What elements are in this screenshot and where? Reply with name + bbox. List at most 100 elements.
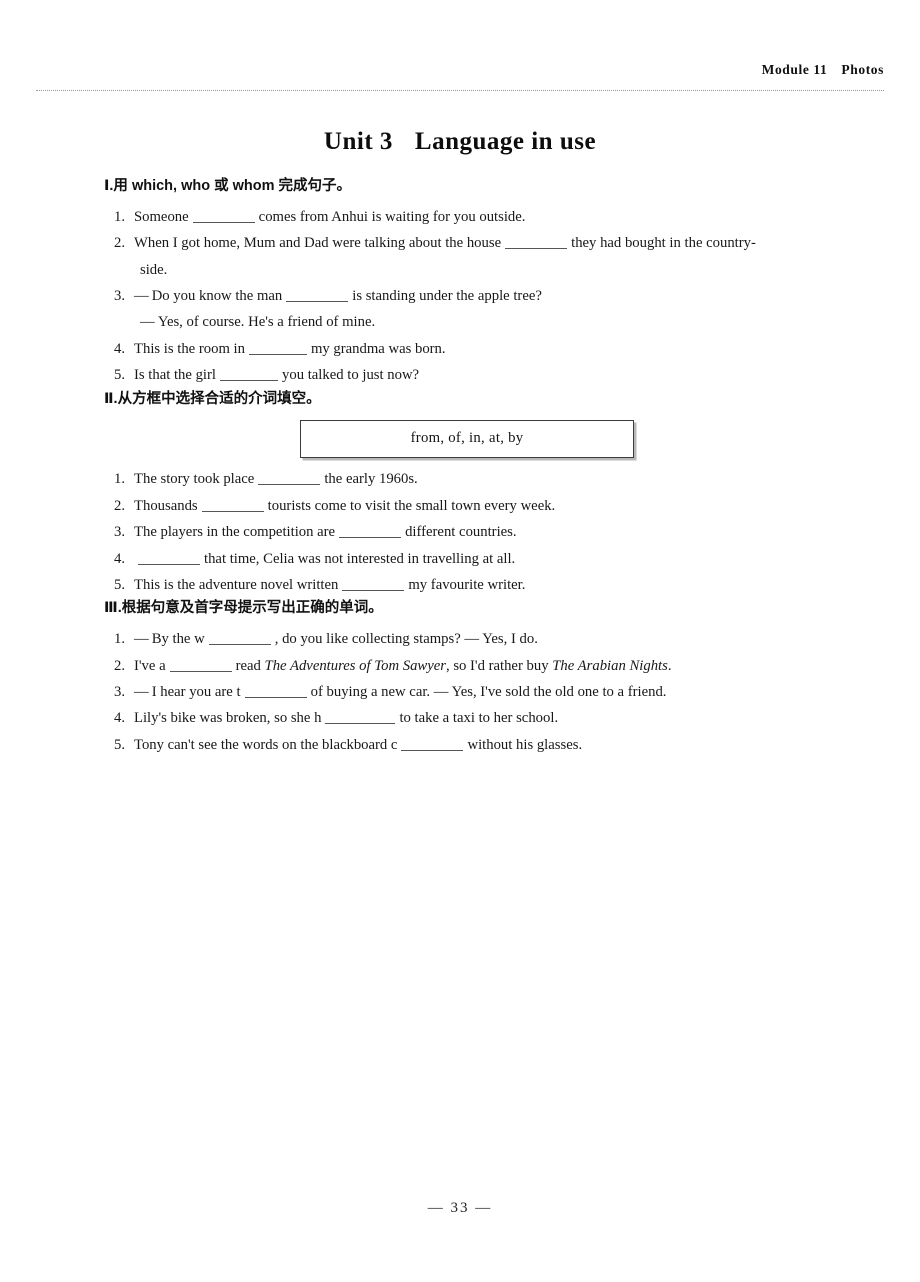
answer-blank[interactable] <box>342 577 405 591</box>
section-heading-3: Ⅲ.根据句意及首字母提示写出正确的单词。 <box>104 600 383 617</box>
dialogue-dash: — <box>134 631 149 648</box>
item-number: 5. <box>114 736 126 753</box>
item-text-after: comes from Anhui is waiting for you outs… <box>258 208 526 225</box>
word-bank-wrapper: from, of, in, at, by <box>104 420 830 459</box>
exercise-item: 4. Lily's bike was broken, so she h to tak… <box>104 705 830 731</box>
answer-blank[interactable] <box>248 341 307 355</box>
item-number: 1. <box>114 471 126 488</box>
exercise-item: 4. This is the room in my grandma was born… <box>104 336 830 362</box>
item-number: 4. <box>114 550 126 567</box>
item-text-after: without his glasses. <box>467 736 583 753</box>
item-text-before: Tony can't see the words on the blackboa… <box>134 736 398 753</box>
item-text-after: different countries. <box>405 524 517 541</box>
answer-blank[interactable] <box>208 631 271 646</box>
item-number: 1. <box>114 208 126 225</box>
item-text-after: that time, Celia was not interested in t… <box>204 550 516 567</box>
item-number: 2. <box>114 657 126 674</box>
item-text-after: the early 1960s. <box>324 471 418 488</box>
exercise-item: 1. — By the w , do you like collecting stam… <box>104 626 830 652</box>
section-heading-1: Ⅰ.用 which, who 或 whom 完成句子。 <box>104 178 352 194</box>
item-text-before: This is the room in <box>134 340 245 357</box>
header-divider <box>36 90 884 91</box>
item-text-after: of buying a new car. — Yes, I've sold th… <box>310 683 667 700</box>
item-number: 1. <box>114 631 126 648</box>
item-number: 3. <box>114 683 126 700</box>
exercise-item: 2. I've a read The Adventures of Tom Sawye… <box>104 653 830 679</box>
item-number: 4. <box>114 710 126 727</box>
item-text-wrapped: side. <box>140 261 168 278</box>
answer-blank[interactable] <box>169 658 232 672</box>
exercise-item: 3. — I hear you are t of buying a new car. … <box>104 679 830 705</box>
page-title-name: Language in use <box>414 128 597 155</box>
book-title-1: The Adventures of Tom Sawyer <box>264 657 446 674</box>
item-text-after: is standing under the apple tree? <box>352 287 542 304</box>
item-text-before: By the w <box>151 631 205 648</box>
item-text-before: The story took place <box>134 471 255 488</box>
item-text-after: my grandma was born. <box>310 340 446 357</box>
exercise-content: Ⅰ.用 which, who 或 whom 完成句子。 1. Someone com… <box>104 176 830 758</box>
answer-blank[interactable] <box>325 710 396 725</box>
page-title: Unit 3 Language in use <box>0 128 920 156</box>
item-text-reply: — Yes, of course. He's a friend of mine. <box>140 314 376 331</box>
item-text-before: When I got home, Mum and Dad were talkin… <box>134 235 502 252</box>
running-head-module: Module 11 <box>761 62 828 77</box>
exercise-item: 1. Someone comes from Anhui is waiting for… <box>104 204 830 230</box>
item-number: 5. <box>114 367 126 384</box>
item-number: 3. <box>114 524 126 541</box>
item-text-after: , do you like collecting stamps? — Yes, … <box>274 631 538 648</box>
answer-blank[interactable] <box>339 524 402 539</box>
page-number: — 33 — <box>427 1200 493 1216</box>
item-text-before: Lily's bike was broken, so she h <box>134 710 322 727</box>
item-text-before: The players in the competition are <box>134 524 336 541</box>
item-text-before: Thousands <box>134 497 198 514</box>
exercise-item: 5. Is that the girl you talked to just now… <box>104 362 830 388</box>
exercise-item: 1. The story took place the early 1960s. <box>104 466 830 492</box>
item-number: 2. <box>114 497 126 514</box>
running-head: Module 11 Photos <box>36 62 884 78</box>
item-text-before: I've a <box>134 657 166 674</box>
running-head-topic: Photos <box>841 62 884 77</box>
worksheet-page: Module 11 Photos Unit 3 Language in use Ⅰ.… <box>0 0 920 1282</box>
item-text-after: they had bought in the country- <box>571 235 756 252</box>
exercise-item: 2. Thousands tourists come to visit the sm… <box>104 493 830 519</box>
answer-blank[interactable] <box>201 498 264 512</box>
exercise-item: 5. Tony can't see the words on the blackb… <box>104 732 830 758</box>
item-number: 4. <box>114 340 126 357</box>
page-title-unit: Unit 3 <box>323 128 393 155</box>
exercise-item: 2. When I got home, Mum and Dad were talk… <box>104 230 830 283</box>
section-1-items: 1. Someone comes from Anhui is waiting for… <box>104 204 830 389</box>
book-title-2: The Arabian Nights <box>552 657 668 674</box>
answer-blank[interactable] <box>192 209 255 223</box>
item-text-mid-2: , so I'd rather buy <box>445 657 549 674</box>
section-3-items: 1. — By the w, do you like collecting stam… <box>104 626 830 758</box>
item-text-after: . <box>667 657 672 674</box>
item-text-before: Do you know the man <box>151 287 283 304</box>
answer-blank[interactable] <box>244 684 307 698</box>
answer-blank[interactable] <box>286 288 349 302</box>
item-text-after: to take a taxi to her school. <box>399 710 559 727</box>
answer-blank[interactable] <box>138 551 200 565</box>
item-text-after: my favourite writer. <box>408 576 526 593</box>
answer-blank[interactable] <box>401 737 464 751</box>
item-text-mid: read <box>235 657 261 674</box>
item-number: 5. <box>114 576 126 593</box>
word-bank-box: from, of, in, at, by <box>300 420 634 459</box>
answer-blank[interactable] <box>505 235 568 250</box>
section-2-items: 1. The story took place the early 1960s. 2… <box>104 466 830 598</box>
exercise-item: 5. This is the adventure novel written my … <box>104 572 830 598</box>
item-text-before: Is that the girl <box>134 367 216 384</box>
dialogue-dash: — <box>134 683 149 700</box>
item-number: 3. <box>114 287 126 304</box>
item-text-before: Someone <box>134 208 189 225</box>
answer-blank[interactable] <box>220 367 278 382</box>
item-text-after: tourists come to visit the small town ev… <box>267 497 556 514</box>
answer-blank[interactable] <box>258 471 321 486</box>
exercise-item: 3. The players in the competition are diff… <box>104 519 830 545</box>
item-text-before: This is the adventure novel written <box>134 576 339 593</box>
section-heading-2: Ⅱ.从方框中选择合适的介词填空。 <box>104 390 321 407</box>
dialogue-dash: — <box>134 287 149 304</box>
item-text-after: you talked to just now? <box>282 367 420 384</box>
item-number: 2. <box>114 235 126 252</box>
exercise-item: 3. — Do you know the man is standing under … <box>104 283 830 336</box>
exercise-item: 4. that time, Celia was not interested in… <box>104 546 830 572</box>
